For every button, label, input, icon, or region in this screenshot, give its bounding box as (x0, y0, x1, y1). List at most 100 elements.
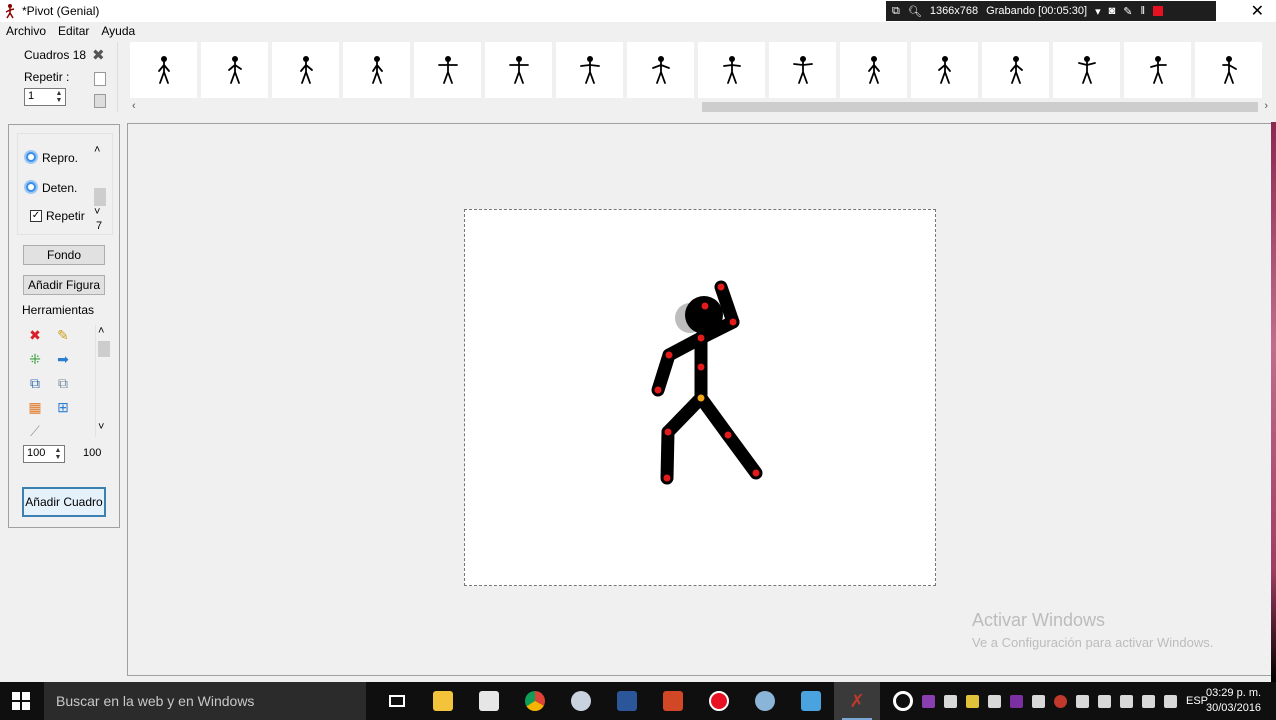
powerpoint-icon[interactable] (650, 682, 696, 720)
camera-icon[interactable]: ◙ (1109, 5, 1116, 17)
task-view-icon[interactable] (374, 682, 420, 720)
steam-icon[interactable] (558, 682, 604, 720)
frame-thumbnail[interactable] (698, 42, 765, 98)
stick-figure-thumb-icon (579, 56, 600, 84)
tools-scrollbar-thumb[interactable] (98, 341, 110, 357)
playback-group: Repro. Deten. ✓ Repetir ˄ ˅ 7 (17, 133, 113, 235)
scroll-left-icon[interactable]: ‹ (132, 100, 136, 112)
tray-pen-icon[interactable] (966, 694, 979, 708)
wifi-icon[interactable] (1142, 694, 1155, 708)
animation-stage[interactable] (464, 209, 936, 586)
duplicate-figure-icon[interactable]: ⊞ (55, 399, 71, 415)
frame-thumbnail[interactable] (414, 42, 481, 98)
play-radio[interactable] (24, 150, 38, 164)
windows-start-icon[interactable] (12, 692, 30, 710)
bring-front-icon[interactable]: ⧉ (27, 375, 43, 391)
pen-icon[interactable]: ✎ (1123, 5, 1132, 18)
add-frame-button[interactable]: Añadir Cuadro (22, 487, 106, 517)
frame-thumbnail[interactable] (1053, 42, 1120, 98)
zoom-icon[interactable]: 🔍︎ (908, 5, 922, 18)
frame-thumbnail[interactable] (556, 42, 623, 98)
stop-radio[interactable] (24, 180, 38, 194)
frame-strip-scrollbar[interactable]: ‹ › (130, 100, 1272, 114)
menu-editar[interactable]: Editar (52, 22, 95, 40)
scrollbar-thumb[interactable] (702, 102, 1258, 112)
file-explorer-icon[interactable] (420, 682, 466, 720)
arrow-right-icon[interactable]: ➡ (55, 351, 71, 367)
taskbar-clock[interactable]: 03:29 p. m. 30/03/2016 (1206, 686, 1261, 716)
frame-thumbnail[interactable] (627, 42, 694, 98)
recorder-app-icon[interactable] (696, 682, 742, 720)
copy-frame-icon[interactable] (94, 72, 106, 86)
action-center-icon[interactable] (1164, 694, 1177, 708)
send-back-icon[interactable]: ⧉ (55, 375, 71, 391)
tray-app-icon[interactable] (922, 694, 935, 708)
mail-icon[interactable] (988, 694, 1001, 708)
usb-icon[interactable] (1076, 694, 1089, 708)
chevron-down-icon[interactable]: ˅ (98, 421, 104, 433)
frame-thumbnail[interactable] (769, 42, 836, 98)
taskbar-search-input[interactable]: Buscar en la web y en Windows (44, 682, 366, 720)
stop-label[interactable]: Deten. (42, 181, 77, 195)
desktop-app-icon[interactable] (788, 682, 834, 720)
cloud-icon[interactable] (944, 694, 957, 708)
chrome-icon[interactable] (512, 682, 558, 720)
game-app-icon[interactable] (742, 682, 788, 720)
background-button[interactable]: Fondo (23, 245, 105, 265)
volume-icon[interactable] (1098, 694, 1111, 708)
frame-thumbnail[interactable] (1195, 42, 1262, 98)
obs-icon[interactable] (880, 682, 926, 720)
watermark-subtitle: Ve a Configuración para activar Windows. (972, 635, 1214, 650)
stepper-arrows-icon[interactable]: ▲ ▼ (54, 90, 64, 104)
onenote-icon[interactable] (1010, 694, 1023, 708)
chevron-up-icon[interactable]: ˄ (98, 325, 104, 337)
loop-label[interactable]: Repetir (46, 209, 85, 223)
delete-figure-icon[interactable]: ✖ (27, 327, 43, 343)
paste-frame-icon[interactable] (94, 94, 106, 108)
stepper-arrows-icon[interactable]: ▲ ▼ (53, 447, 63, 461)
stick-figure-thumb-icon (867, 56, 880, 84)
pencil-icon[interactable]: ✎ (55, 327, 71, 343)
frame-thumbnail[interactable] (982, 42, 1049, 98)
language-indicator[interactable]: ESP (1186, 695, 1208, 707)
frame-thumbnail[interactable] (840, 42, 907, 98)
stick-figure[interactable] (465, 210, 937, 587)
color-picker-icon[interactable]: ▦ (27, 399, 43, 415)
repeat-value: 1 (28, 90, 35, 102)
chevron-down-icon[interactable]: ▾ (1095, 5, 1101, 18)
store-icon[interactable] (466, 682, 512, 720)
menu-archivo[interactable]: Archivo (0, 22, 52, 40)
window-close-button[interactable]: ✕ (1251, 1, 1264, 21)
menu-ayuda[interactable]: Ayuda (95, 22, 141, 40)
record-tray-icon[interactable] (1054, 694, 1067, 708)
chevron-down-icon[interactable]: ˅ (94, 206, 100, 218)
pause-icon[interactable]: ‖ (1140, 5, 1145, 17)
repeat-stepper[interactable]: 1 ▲ ▼ (24, 88, 66, 106)
frame-thumbnail[interactable] (911, 42, 978, 98)
tools-scrollbar[interactable]: ˄ ˅ (95, 325, 110, 437)
frame-thumbnail[interactable] (343, 42, 410, 98)
stick-figure-thumb-icon (227, 56, 242, 84)
scale-stepper[interactable]: 100 ▲ ▼ (23, 445, 65, 463)
delete-frame-icon[interactable]: ✖ (92, 46, 105, 64)
chevron-up-icon[interactable]: ˄ (94, 144, 100, 156)
frame-thumbnail[interactable] (272, 42, 339, 98)
restore-icon[interactable]: ⧉ (892, 5, 900, 18)
frame-thumbnail[interactable] (485, 42, 552, 98)
pivot-taskbar-icon[interactable]: ✗ (834, 682, 880, 720)
frame-thumbnail[interactable] (1124, 42, 1191, 98)
speed-slider-thumb[interactable] (94, 188, 106, 206)
frame-thumbnail[interactable] (130, 42, 197, 98)
battery-icon[interactable] (1120, 694, 1133, 708)
add-figure-button[interactable]: Añadir Figura (23, 275, 105, 295)
play-label[interactable]: Repro. (42, 151, 78, 165)
mail-tray-icon[interactable] (1032, 694, 1045, 708)
loop-checkbox[interactable]: ✓ (30, 210, 42, 222)
stop-recording-icon[interactable] (1153, 6, 1164, 16)
center-figure-icon[interactable]: ⁜ (27, 351, 43, 367)
speed-slider[interactable]: ˄ ˅ (92, 142, 106, 228)
line-tool-icon[interactable]: ⟋ (27, 423, 43, 439)
scroll-right-icon[interactable]: › (1264, 100, 1268, 112)
frame-thumbnail[interactable] (201, 42, 268, 98)
word-icon[interactable] (604, 682, 650, 720)
